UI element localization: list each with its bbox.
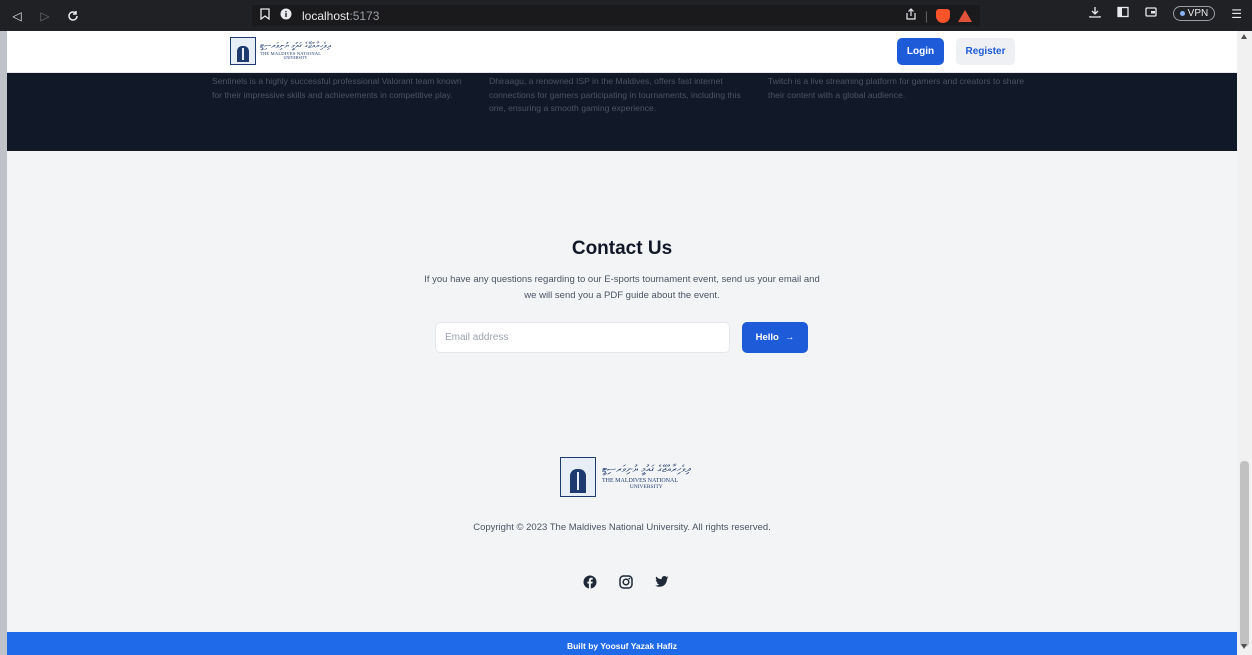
built-by-bar: Built by Yoosuf Yazak Hafiz: [7, 632, 1237, 655]
window-frame: [0, 31, 7, 655]
contact-title: Contact Us: [571, 238, 673, 259]
site-info-icon[interactable]: [280, 8, 292, 23]
twitter-icon[interactable]: [654, 574, 670, 590]
footer-logo-text: ދިވެހިރާއްޖޭގެ ޤައުމީ ޔުނިވަރސިޓީ THE MA…: [602, 464, 691, 491]
reload-icon[interactable]: [66, 9, 80, 23]
sponsor-description-sentinels: Sentinels is a highly successful profess…: [212, 76, 462, 100]
separator: |: [924, 8, 928, 23]
footer-logo-english-line2: UNIVERSITY: [629, 484, 663, 491]
hello-submit-button[interactable]: Hello →: [742, 322, 808, 353]
facebook-icon[interactable]: [582, 574, 598, 590]
sponsor-description-dhiraagu: Dhiraagu, a renowned ISP in the Maldives…: [489, 76, 741, 113]
browser-actions: VPN ☰: [1089, 6, 1242, 21]
menu-icon[interactable]: ☰: [1231, 7, 1242, 21]
login-button[interactable]: Login: [897, 38, 944, 65]
footer-logo: ދިވެހިރާއްޖޭގެ ޤައުމީ ޔުނިވަރސިޓީ THE MA…: [560, 457, 691, 497]
forward-icon[interactable]: ▷: [38, 9, 52, 23]
url-port: :5173: [349, 8, 380, 23]
back-icon[interactable]: ◁: [10, 9, 24, 23]
university-crest-icon: [560, 457, 596, 497]
wallet-icon[interactable]: [1145, 6, 1157, 21]
logo-dhivehi-text: ދިވެހިރާއްޖޭގެ ޤައުމީ ޔުނިވަރސިޓީ: [260, 40, 331, 50]
browser-toolbar: ◁ ▷ localhost:5173 | VPN ☰: [0, 0, 1252, 31]
logo-english-line2: UNIVERSITY: [283, 55, 308, 61]
scroll-up-icon[interactable]: [1241, 34, 1247, 39]
site-footer: ދިވެހިރާއްޖޭގެ ޤައުމީ ޔުނިވަރސިޓީ THE MA…: [7, 414, 1237, 632]
site-logo[interactable]: ދިވެހިރާއްޖޭގެ ޤައުމީ ޔުނިވަރސިޓީ THE MA…: [230, 37, 331, 65]
hello-button-label: Hello: [755, 332, 779, 343]
contact-description: If you have any questions regarding to o…: [424, 274, 820, 301]
instagram-icon[interactable]: [618, 574, 634, 590]
download-icon[interactable]: [1089, 6, 1101, 21]
brave-shield-icon[interactable]: [936, 8, 950, 23]
logo-text: ދިވެހިރާއްޖޭގެ ޤައުމީ ޔުނިވަރސިޓީ THE MA…: [260, 40, 331, 61]
copyright-text: Copyright © 2023 The Maldives National U…: [473, 522, 771, 533]
register-button[interactable]: Register: [956, 38, 1015, 65]
address-bar[interactable]: localhost:5173 |: [252, 5, 980, 26]
sponsors-section: Sentinels is a highly successful profess…: [7, 73, 1237, 151]
brave-rewards-icon[interactable]: [958, 9, 972, 22]
address-actions: |: [905, 8, 972, 23]
vpn-label: VPN: [1187, 8, 1209, 19]
scroll-down-icon[interactable]: [1241, 644, 1247, 649]
browser-nav: ◁ ▷: [0, 9, 250, 23]
bookmark-icon[interactable]: [260, 8, 270, 23]
social-links: [582, 574, 670, 590]
footer-logo-dhivehi-text: ދިވެހިރާއްޖޭގެ ޤައުމީ ޔުނިވަރސިޓީ: [602, 463, 691, 475]
email-input[interactable]: [435, 322, 730, 353]
footer-logo-english-line1: THE MALDIVES NATIONAL: [602, 477, 678, 484]
sidebar-icon[interactable]: [1117, 6, 1129, 21]
scrollbar-thumb[interactable]: [1240, 461, 1249, 647]
share-icon[interactable]: [905, 8, 917, 23]
arrow-right-icon: →: [784, 332, 795, 343]
url-text: localhost:5173: [302, 9, 379, 23]
url-host: localhost: [302, 8, 350, 23]
contact-section: Contact Us If you have any questions reg…: [7, 174, 1237, 414]
university-crest-icon: [230, 37, 256, 65]
page-scrollbar[interactable]: [1237, 31, 1252, 655]
vpn-button[interactable]: VPN: [1172, 6, 1216, 21]
sponsor-description-twitch: Twitch is a live streaming platform for …: [768, 76, 1025, 100]
site-header: ދިވެހިރާއްޖޭގެ ޤައުމީ ޔުނިވަރސިޓީ THE MA…: [7, 31, 1237, 73]
